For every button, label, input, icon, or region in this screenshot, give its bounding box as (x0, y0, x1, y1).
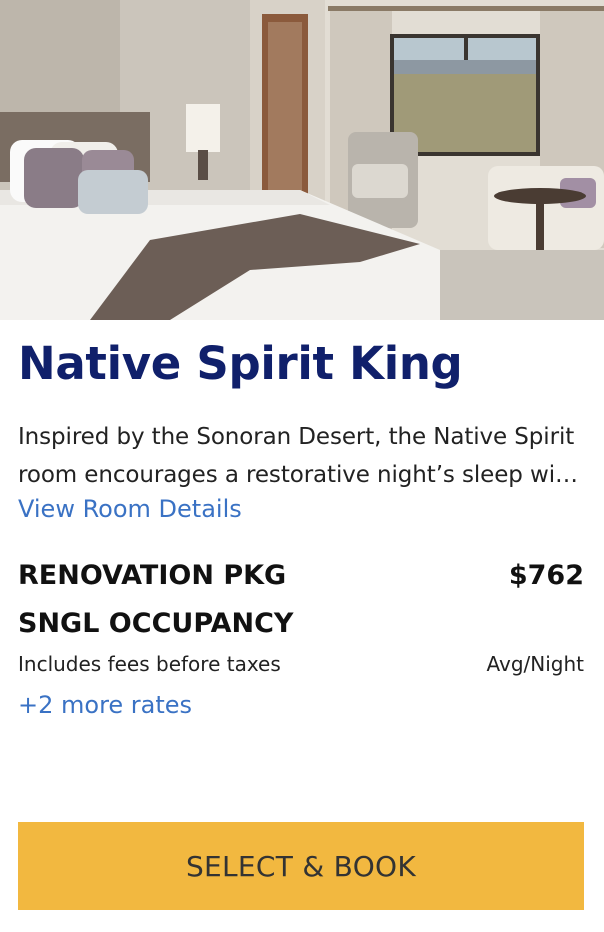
room-photo-illustration (0, 0, 604, 320)
rate-name-line1: RENOVATION PKG (18, 560, 287, 591)
room-card-body: Native Spirit King Inspired by the Sonor… (0, 338, 604, 720)
view-room-details-link[interactable]: View Room Details (18, 494, 242, 524)
rate-price: $762 (508, 560, 584, 591)
select-and-book-button[interactable]: SELECT & BOOK (18, 822, 584, 910)
rate-summary: RENOVATION PKG SNGL OCCUPANCY $762 (18, 552, 584, 648)
rate-name-line2: SNGL OCCUPANCY (18, 608, 294, 639)
fees-note: Includes fees before taxes (18, 652, 281, 676)
more-rates-link[interactable]: +2 more rates (18, 690, 192, 720)
room-description: Inspired by the Sonoran Desert, the Nati… (18, 424, 579, 488)
rate-fee-row: Includes fees before taxes Avg/Night (18, 648, 584, 680)
room-title: Native Spirit King (18, 337, 463, 390)
per-night-label: Avg/Night (486, 652, 584, 676)
room-photo[interactable] (0, 0, 604, 320)
